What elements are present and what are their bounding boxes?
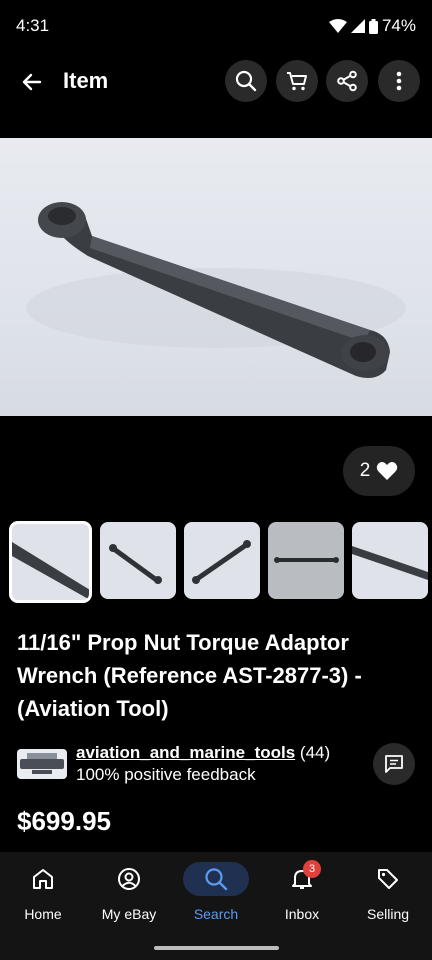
status-bar: 4:31 74% bbox=[0, 0, 432, 52]
watchlist-button[interactable]: 2 bbox=[343, 446, 415, 496]
thumbnail-1[interactable] bbox=[9, 521, 92, 603]
thumbnail-3[interactable] bbox=[184, 522, 260, 599]
signal-icon bbox=[350, 19, 365, 33]
more-options-button[interactable] bbox=[378, 60, 420, 102]
item-title: 11/16" Prop Nut Torque Adaptor Wrench (R… bbox=[17, 630, 362, 721]
thumbnail-2[interactable] bbox=[100, 522, 176, 599]
nav-inbox[interactable]: 3 Inbox bbox=[259, 860, 345, 932]
wrench-thumbnail bbox=[352, 546, 428, 580]
seller-name-link[interactable]: aviation_and_marine_tools bbox=[76, 743, 295, 762]
like-count: 2 bbox=[359, 460, 371, 481]
wrench-image bbox=[26, 202, 406, 378]
nav-inbox-label: Inbox bbox=[284, 906, 320, 922]
seller-rating-count: (44) bbox=[299, 743, 331, 762]
nav-inbox-icon-wrap: 3 bbox=[269, 860, 335, 896]
nav-selling-icon-wrap bbox=[355, 862, 421, 896]
tag-icon bbox=[378, 869, 398, 889]
message-icon bbox=[385, 755, 403, 773]
home-indicator[interactable] bbox=[154, 946, 279, 950]
account-icon bbox=[118, 868, 140, 890]
wrench-thumbnail bbox=[192, 540, 251, 584]
search-button[interactable] bbox=[225, 60, 267, 102]
inbox-badge: 3 bbox=[303, 860, 321, 878]
battery-percent: 74% bbox=[381, 16, 416, 35]
nav-home-icon-wrap bbox=[10, 862, 76, 896]
thumbnail-5[interactable] bbox=[352, 522, 428, 599]
nav-selling-label: Selling bbox=[366, 906, 410, 922]
cart-button[interactable] bbox=[276, 60, 318, 102]
seller-feedback: 100% positive feedback bbox=[76, 765, 256, 784]
thumbnail-4[interactable] bbox=[268, 522, 344, 599]
share-icon bbox=[337, 70, 357, 92]
search-icon bbox=[235, 70, 257, 92]
battery-icon bbox=[368, 18, 378, 34]
wrench-thumbnail bbox=[274, 557, 339, 563]
page-title: Item bbox=[63, 68, 109, 93]
item-price: $699.95 bbox=[17, 806, 111, 836]
home-icon bbox=[33, 869, 53, 889]
wrench-thumbnail bbox=[12, 542, 89, 600]
nav-my-ebay[interactable]: My eBay bbox=[86, 862, 172, 932]
status-time: 4:31 bbox=[16, 16, 50, 35]
heart-icon bbox=[377, 462, 398, 480]
app-bar: Item bbox=[0, 56, 432, 108]
nav-my-ebay-icon-wrap bbox=[96, 862, 162, 896]
search-icon bbox=[205, 868, 228, 891]
image-thumbnails bbox=[9, 521, 428, 603]
arrow-left-icon bbox=[22, 73, 42, 91]
cart-icon bbox=[287, 72, 307, 91]
status-icons: 74% bbox=[328, 16, 416, 36]
wifi-icon bbox=[328, 19, 347, 33]
seller-info: aviation_and_marine_tools (44) bbox=[76, 743, 330, 763]
nav-search[interactable]: Search bbox=[173, 862, 259, 932]
seller-avatar[interactable] bbox=[17, 749, 67, 779]
more-vertical-icon bbox=[396, 71, 402, 91]
nav-selling[interactable]: Selling bbox=[345, 862, 431, 932]
contact-seller-button[interactable] bbox=[373, 743, 415, 785]
seller-logo-image bbox=[20, 753, 64, 774]
product-image[interactable] bbox=[0, 138, 432, 416]
nav-search-icon-wrap bbox=[183, 862, 249, 896]
back-button[interactable] bbox=[12, 62, 52, 102]
bottom-navigation: Home My eBay Search 3 Inbox Selling bbox=[0, 852, 432, 960]
nav-home-label: Home bbox=[24, 906, 62, 922]
nav-search-label: Search bbox=[193, 906, 239, 922]
share-button[interactable] bbox=[326, 60, 368, 102]
nav-home[interactable]: Home bbox=[0, 862, 86, 932]
wrench-thumbnail bbox=[109, 544, 162, 584]
nav-my-ebay-label: My eBay bbox=[101, 906, 157, 922]
